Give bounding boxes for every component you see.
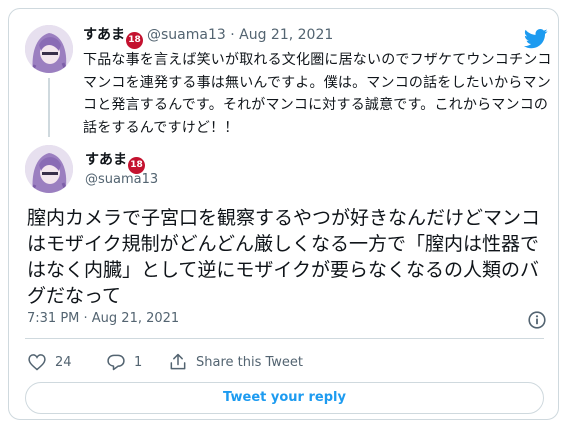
twitter-bird-icon[interactable] bbox=[523, 29, 548, 49]
main-tweet-author: すあま 18 bbox=[85, 151, 149, 174]
like-button[interactable]: 24 bbox=[27, 351, 72, 373]
like-count: 24 bbox=[55, 354, 72, 370]
handle[interactable]: @suama13 bbox=[85, 172, 158, 187]
share-icon bbox=[170, 353, 186, 370]
divider bbox=[25, 338, 544, 339]
display-name[interactable]: すあま bbox=[83, 27, 125, 43]
avatar[interactable] bbox=[25, 145, 73, 193]
reply-button[interactable]: 1 bbox=[106, 351, 142, 373]
parent-tweet-header: すあま 18 @suama13 · Aug 21, 2021 bbox=[83, 26, 333, 49]
parent-tweet-text: 下品な事を言えば笑いが取れる文化圏に居ないのでフザケてウンコチンコマンコを連発す… bbox=[83, 52, 552, 136]
heart-icon bbox=[28, 354, 46, 371]
separator-dot: · bbox=[230, 27, 235, 43]
main-tweet-text: 膣内カメラで子宮口を観察するやつが好きなんだけどマンコはモザイク規制がどんどん厳… bbox=[27, 207, 541, 307]
age-badge: 18 bbox=[126, 32, 143, 49]
tweet-date-link[interactable]: Aug 21, 2021 bbox=[239, 27, 333, 43]
display-name[interactable]: すあま bbox=[85, 152, 127, 168]
tweet-your-reply-button[interactable]: Tweet your reply bbox=[25, 382, 544, 414]
tweet-timestamp-link[interactable]: 7:31 PM · Aug 21, 2021 bbox=[27, 311, 179, 326]
share-button[interactable]: Share this Tweet bbox=[168, 351, 303, 373]
tweet-embed-card: すあま 18 @suama13 · Aug 21, 2021 下品な事を言えば笑いが… bbox=[8, 8, 559, 420]
info-icon[interactable] bbox=[528, 311, 546, 329]
handle[interactable]: @suama13 bbox=[147, 27, 226, 43]
thread-connector-line bbox=[48, 78, 50, 137]
reply-bubble-icon bbox=[107, 354, 125, 371]
share-label: Share this Tweet bbox=[196, 354, 304, 370]
reply-count: 1 bbox=[134, 354, 143, 370]
avatar[interactable] bbox=[25, 25, 73, 73]
